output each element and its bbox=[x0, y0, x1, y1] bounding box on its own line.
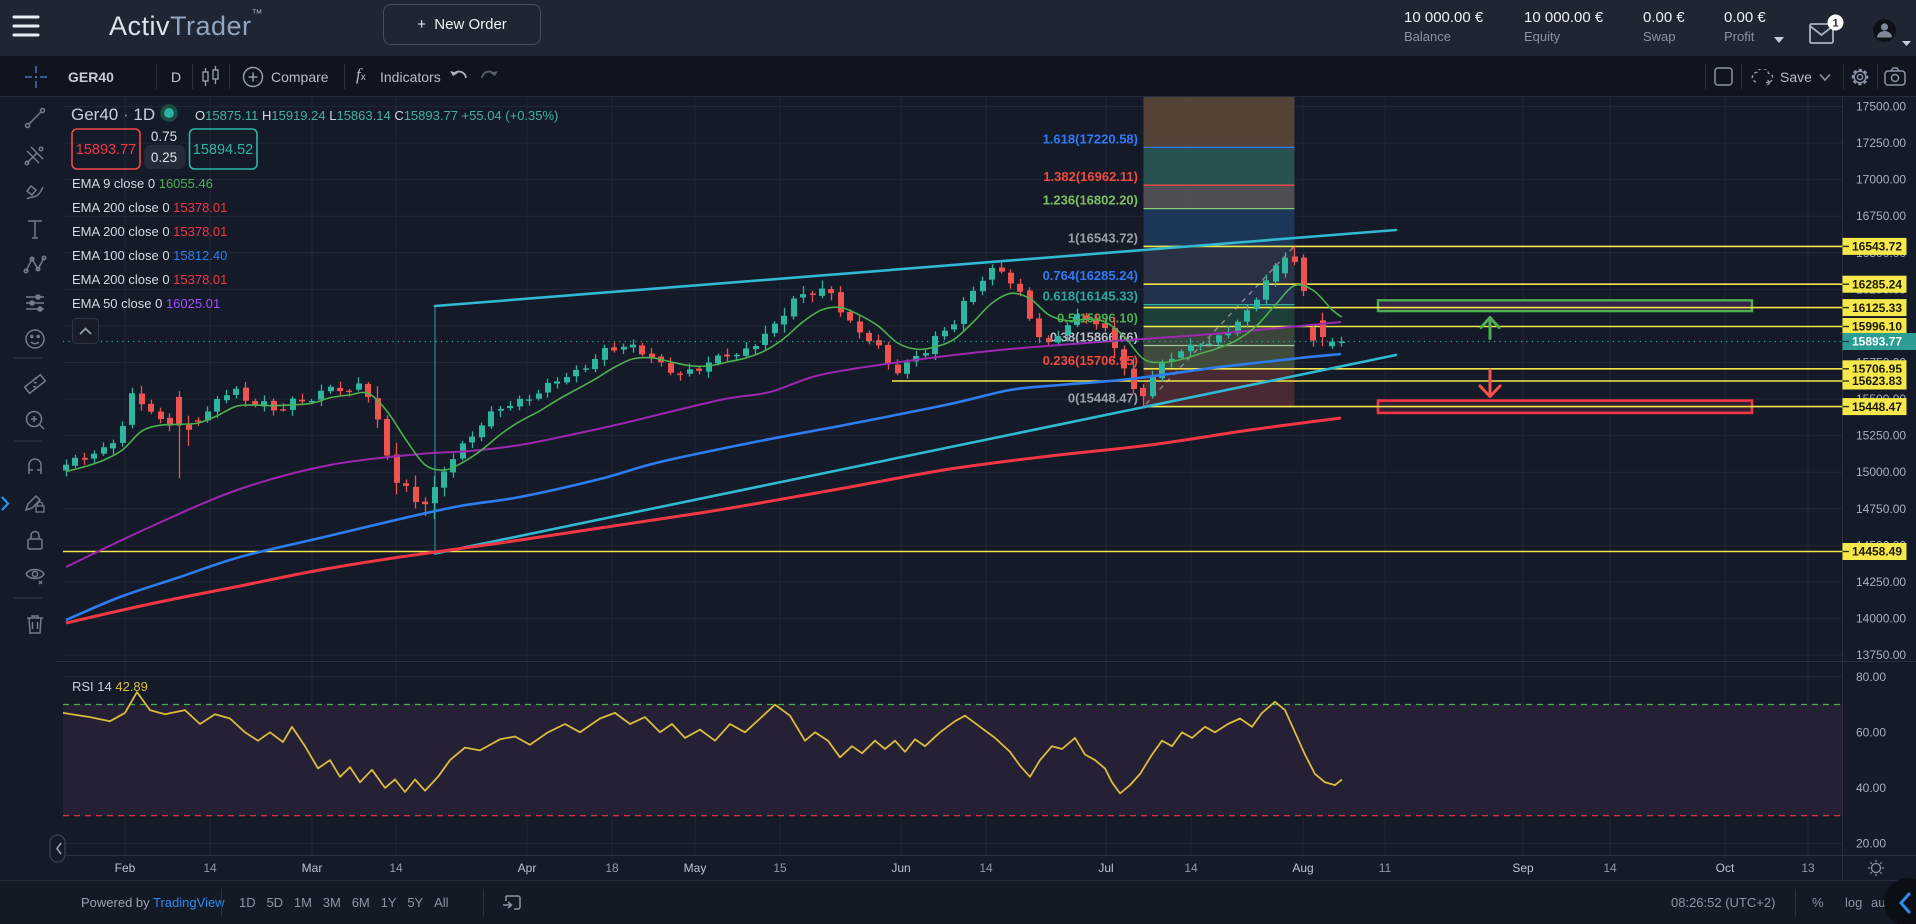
svg-text:15448.47: 15448.47 bbox=[1852, 400, 1902, 414]
svg-text:15894.52: 15894.52 bbox=[193, 142, 253, 158]
svg-text:0.764(16285.24): 0.764(16285.24) bbox=[1043, 268, 1138, 283]
svg-text:15000.00: 15000.00 bbox=[1856, 465, 1906, 479]
svg-text:16285.24: 16285.24 bbox=[1852, 277, 1902, 291]
svg-text:13: 13 bbox=[1801, 861, 1815, 875]
svg-text:May: May bbox=[684, 861, 707, 875]
svg-text:15996.10: 15996.10 bbox=[1852, 320, 1902, 334]
svg-text:1.236(16802.20): 1.236(16802.20) bbox=[1043, 193, 1138, 208]
svg-text:Jun: Jun bbox=[891, 861, 910, 875]
svg-text:20.00: 20.00 bbox=[1856, 836, 1886, 850]
svg-text:0.25: 0.25 bbox=[151, 150, 177, 165]
svg-text:17500.00: 17500.00 bbox=[1856, 100, 1906, 114]
svg-text:14: 14 bbox=[1184, 861, 1198, 875]
svg-text:Aug: Aug bbox=[1292, 861, 1313, 875]
svg-text:17250.00: 17250.00 bbox=[1856, 136, 1906, 150]
svg-text:14: 14 bbox=[979, 861, 993, 875]
svg-text:16750.00: 16750.00 bbox=[1856, 209, 1906, 223]
svg-text:Mar: Mar bbox=[302, 861, 323, 875]
svg-text:0.618(16145.33): 0.618(16145.33) bbox=[1043, 289, 1138, 304]
svg-text:EMA 100 close 0 15812.40: EMA 100 close 0 15812.40 bbox=[72, 248, 227, 263]
svg-text:14750.00: 14750.00 bbox=[1856, 502, 1906, 516]
svg-text:EMA 9 close 0 16055.46: EMA 9 close 0 16055.46 bbox=[72, 176, 213, 191]
svg-text:14000.00: 14000.00 bbox=[1856, 612, 1906, 626]
svg-text:15: 15 bbox=[773, 861, 787, 875]
svg-text:13750.00: 13750.00 bbox=[1856, 648, 1906, 662]
svg-text:1.382(16962.11): 1.382(16962.11) bbox=[1043, 169, 1138, 184]
svg-text:1: 1 bbox=[1832, 18, 1838, 30]
svg-text:14: 14 bbox=[203, 861, 217, 875]
svg-text:EMA 200 close 0 15378.01: EMA 200 close 0 15378.01 bbox=[72, 272, 227, 287]
svg-text:17000.00: 17000.00 bbox=[1856, 173, 1906, 187]
svg-text:60.00: 60.00 bbox=[1856, 725, 1886, 739]
svg-text:15893.77: 15893.77 bbox=[76, 142, 136, 158]
svg-text:16543.72: 16543.72 bbox=[1852, 240, 1902, 254]
svg-text:16125.33: 16125.33 bbox=[1852, 301, 1902, 315]
svg-text:80.00: 80.00 bbox=[1856, 670, 1886, 684]
svg-text:Feb: Feb bbox=[115, 861, 136, 875]
svg-text:14458.49: 14458.49 bbox=[1852, 545, 1902, 559]
svg-text:EMA 200 close 0 15378.01: EMA 200 close 0 15378.01 bbox=[72, 224, 227, 239]
svg-text:15250.00: 15250.00 bbox=[1856, 429, 1906, 443]
svg-text:RSI 14 42.89: RSI 14 42.89 bbox=[72, 679, 148, 694]
svg-text:0.75: 0.75 bbox=[151, 129, 177, 144]
svg-text:15893.77: 15893.77 bbox=[1852, 335, 1902, 349]
svg-text:Ger40 · 1D: Ger40 · 1D bbox=[71, 105, 155, 124]
svg-text:Oct: Oct bbox=[1716, 861, 1735, 875]
svg-text:14: 14 bbox=[1603, 861, 1617, 875]
svg-text:Sep: Sep bbox=[1512, 861, 1534, 875]
svg-text:0(15448.47): 0(15448.47) bbox=[1068, 391, 1138, 406]
svg-text:Apr: Apr bbox=[518, 861, 537, 875]
svg-text:EMA 50 close 0 16025.01: EMA 50 close 0 16025.01 bbox=[72, 296, 220, 311]
svg-text:40.00: 40.00 bbox=[1856, 781, 1886, 795]
svg-text:1.618(17220.58): 1.618(17220.58) bbox=[1043, 131, 1138, 146]
svg-text:18: 18 bbox=[605, 861, 619, 875]
svg-text:14: 14 bbox=[389, 861, 403, 875]
svg-text:Jul: Jul bbox=[1098, 861, 1113, 875]
svg-text:14250.00: 14250.00 bbox=[1856, 575, 1906, 589]
svg-text:15623.83: 15623.83 bbox=[1852, 374, 1902, 388]
svg-text:EMA 200 close 0 15378.01: EMA 200 close 0 15378.01 bbox=[72, 200, 227, 215]
svg-text:11: 11 bbox=[1379, 861, 1392, 875]
svg-text:1(16543.72): 1(16543.72) bbox=[1068, 230, 1138, 245]
svg-text:O15875.11 H15919.24 L15863.1: O15875.11 H15919.24 L15863.14 C15893.77 … bbox=[195, 108, 558, 123]
